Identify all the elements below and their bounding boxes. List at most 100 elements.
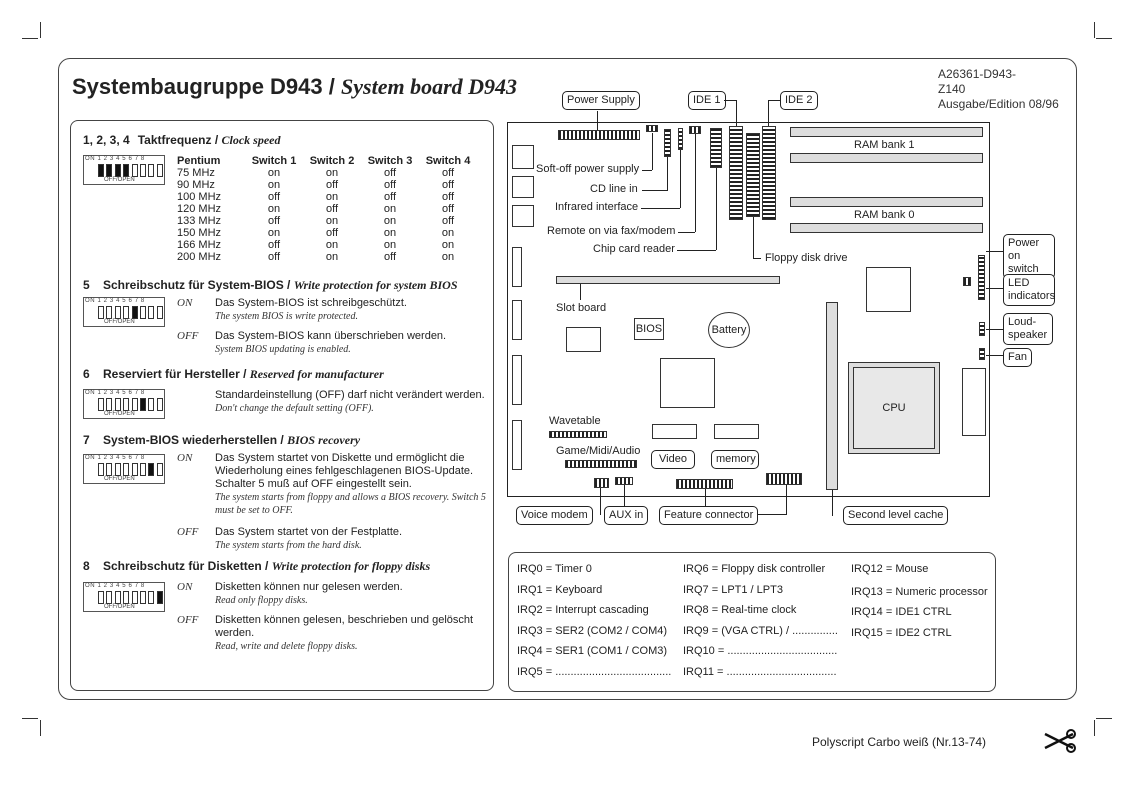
voice-modem-connector xyxy=(594,478,609,488)
irq-entry: IRQ15 = IDE2 CTRL xyxy=(851,626,952,639)
clock-row: 133 MHz off on on off xyxy=(177,215,477,227)
clock-cell: 100 MHz xyxy=(177,191,222,203)
clock-cell: on xyxy=(267,167,281,179)
ide2-connector xyxy=(762,126,776,220)
led-indicators-label: LED indicators xyxy=(1003,274,1055,306)
dip-numbers: ON 1 2 3 4 5 6 7 8 xyxy=(85,390,145,396)
second-level-cache-label: Second level cache xyxy=(843,506,949,525)
dip-switch-7 xyxy=(148,164,155,177)
dip-switch-8 xyxy=(156,306,163,319)
battery: Battery xyxy=(708,312,750,348)
game-midi-connector xyxy=(565,460,637,468)
cpu-label: CPU xyxy=(853,367,935,449)
dip-switch-1 xyxy=(98,591,104,604)
crop-mark xyxy=(1094,22,1095,38)
option-off: OFF Disketten können gelesen, beschrieben… xyxy=(177,614,474,652)
crop-mark xyxy=(22,38,38,39)
dip-switch-1 xyxy=(98,306,104,319)
irq-entry: IRQ14 = IDE1 CTRL xyxy=(851,606,952,618)
chip xyxy=(652,424,697,439)
irq-entry: IRQ6 = Floppy disk controller xyxy=(683,563,826,575)
option-off: OFF Das System-BIOS kann überschrieben we… xyxy=(177,330,447,355)
clock-row: 200 MHz off on off on xyxy=(177,251,477,263)
ram-slot xyxy=(790,223,983,233)
crop-mark xyxy=(22,718,38,719)
ram-bank-1-label: RAM bank 1 xyxy=(850,139,919,151)
remote-on-connector xyxy=(689,126,701,134)
dip-switch-2 xyxy=(106,591,113,604)
dip-numbers: ON 1 2 3 4 5 6 7 8 xyxy=(85,156,145,162)
option-on: ON Das System startet von Diskette und er… xyxy=(177,452,486,516)
chip-card-label: Chip card reader xyxy=(593,243,675,255)
wavetable-label: Wavetable xyxy=(549,415,601,427)
clock-cell: on xyxy=(441,227,455,239)
dip-switch-3 xyxy=(114,463,121,476)
section-title: 1, 2, 3, 4 Taktfrequenz / Clock speed xyxy=(83,133,281,147)
clock-cell: off xyxy=(325,227,339,239)
front-panel-connector xyxy=(978,255,985,300)
floppy-label: Floppy disk drive xyxy=(765,252,848,264)
port xyxy=(512,176,534,198)
floppy-connector xyxy=(746,133,760,217)
clock-cell: off xyxy=(325,203,339,215)
chip xyxy=(714,424,759,439)
chip-card-connector xyxy=(710,128,722,168)
dip-switch-5 xyxy=(131,463,138,476)
clock-cell: off xyxy=(383,179,397,191)
port xyxy=(512,355,522,405)
power-supply-label: Power Supply xyxy=(562,91,640,110)
dip-switch-8 xyxy=(156,463,163,476)
connector xyxy=(963,277,971,286)
irq-entry: IRQ4 = SER1 (COM1 / COM3) xyxy=(517,645,668,657)
dip-switch: ON 1 2 3 4 5 6 7 8 OFF/OPEN xyxy=(83,582,165,612)
crop-mark xyxy=(1094,720,1095,736)
dip-switch-1 xyxy=(98,398,104,411)
clock-row: 166 MHz off on on on xyxy=(177,239,477,251)
dip-switch-8 xyxy=(156,591,163,604)
dip-switch-1 xyxy=(98,463,104,476)
port xyxy=(512,300,522,340)
bios-chip: BIOS xyxy=(634,318,664,340)
clock-cell: off xyxy=(325,179,339,191)
clock-cell: on xyxy=(325,191,339,203)
cd-line-label: CD line in xyxy=(590,183,638,195)
port xyxy=(512,420,522,470)
clock-cell: off xyxy=(441,191,455,203)
port xyxy=(512,205,534,227)
clock-cell: 150 MHz xyxy=(177,227,222,239)
dip-off-label: OFF/OPEN xyxy=(104,319,135,325)
clock-cell: off xyxy=(383,191,397,203)
clock-cell: 75 MHz xyxy=(177,167,215,179)
clock-cell: 90 MHz xyxy=(177,179,215,191)
slot-board-connector xyxy=(556,276,780,284)
clock-cell: off xyxy=(267,215,281,227)
chip xyxy=(866,267,911,312)
clock-cell: off xyxy=(441,215,455,227)
title-de: Systembaugruppe D943 xyxy=(72,74,323,99)
video-label: Video xyxy=(651,450,695,469)
chip xyxy=(566,327,601,352)
cpu-socket: CPU xyxy=(848,362,940,454)
aux-in-label: AUX in xyxy=(604,506,649,525)
speaker-connector xyxy=(979,322,985,336)
dip-switch-7 xyxy=(148,398,155,411)
ram-slot xyxy=(790,127,983,137)
clock-cell: on xyxy=(383,215,397,227)
clock-row: 100 MHz off on off off xyxy=(177,191,477,203)
clock-cell: off xyxy=(441,167,455,179)
irq-entry: IRQ12 = Mouse xyxy=(851,563,929,575)
dip-switch-8 xyxy=(156,398,163,411)
dip-switch-7 xyxy=(148,591,155,604)
chip xyxy=(660,358,715,408)
ide1-label: IDE 1 xyxy=(688,91,726,110)
soft-off-connector xyxy=(646,125,658,132)
clock-cell: off xyxy=(441,203,455,215)
dip-switch-3 xyxy=(114,398,121,411)
irq-entry: IRQ8 = Real-time clock xyxy=(683,604,797,616)
irq-entry: IRQ7 = LPT1 / LPT3 xyxy=(683,583,783,596)
paper-note: Polyscript Carbo weiß (Nr.13-74) xyxy=(812,735,987,749)
dip-switch-3 xyxy=(114,164,121,177)
clock-cell: 166 MHz xyxy=(177,239,222,251)
crop-mark xyxy=(1096,718,1112,719)
clock-cell: on xyxy=(383,239,397,251)
